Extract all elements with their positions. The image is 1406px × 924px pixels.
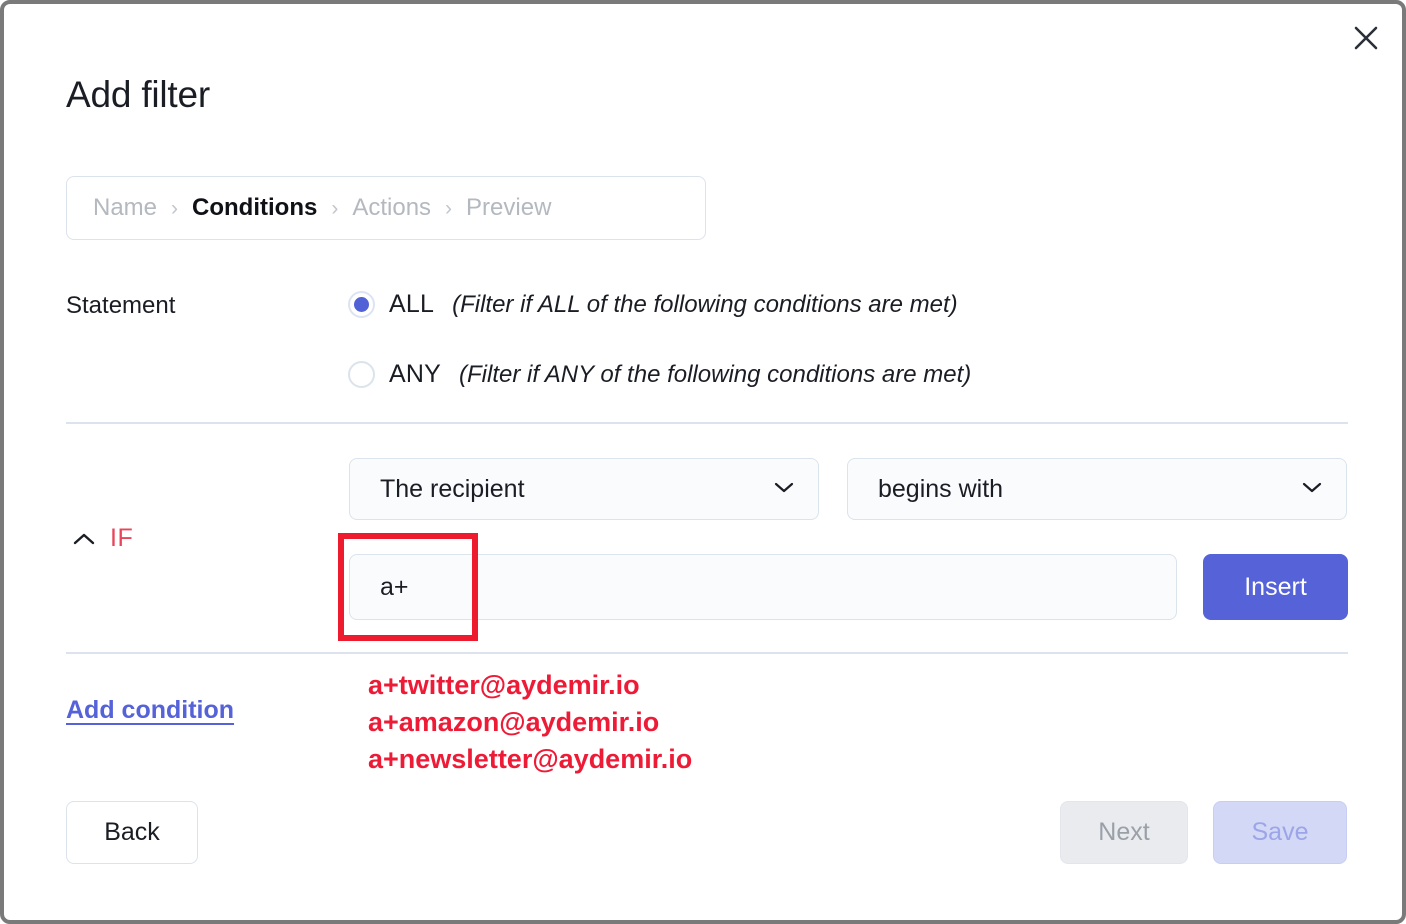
annotation-line: a+newsletter@aydemir.io [368,744,693,774]
back-button[interactable]: Back [66,801,198,864]
chevron-down-icon[interactable] [772,479,796,500]
chevron-down-icon[interactable] [1300,479,1324,500]
breadcrumb-separator-icon: › [445,196,453,220]
radio-all-label: ALL [389,290,435,318]
chevron-up-icon[interactable] [72,531,96,547]
breadcrumb-separator-icon: › [331,196,339,220]
statement-label: Statement [66,292,176,319]
if-label: IF [110,524,134,552]
breadcrumb-step-actions[interactable]: Actions [352,194,431,222]
radio-all-description: (Filter if ALL of the following conditio… [452,290,958,318]
condition-field-select[interactable]: The recipient [349,458,819,520]
condition-operator-value: begins with [878,474,1004,503]
annotation-line: a+amazon@aydemir.io [368,707,660,737]
radio-option-any[interactable]: ANY (Filter if ANY of the following cond… [348,360,971,389]
divider-bottom [66,652,1348,654]
annotation-line: a+twitter@aydemir.io [368,670,640,700]
breadcrumb-step-preview[interactable]: Preview [466,194,551,222]
annotation-text-group: a+twitter@aydemir.io a+amazon@aydemir.io… [368,667,692,778]
close-icon[interactable] [1346,18,1386,58]
radio-any-indicator[interactable] [348,361,375,388]
breadcrumb-step-conditions[interactable]: Conditions [192,194,317,222]
breadcrumb: Name › Conditions › Actions › Preview [66,176,706,240]
insert-button[interactable]: Insert [1203,554,1348,620]
divider-top [66,422,1348,424]
breadcrumb-separator-icon: › [171,196,179,220]
add-filter-dialog: Add filter Name › Conditions › Actions ›… [0,0,1406,924]
page-title: Add filter [66,74,211,115]
radio-any-description: (Filter if ANY of the following conditio… [459,360,972,388]
condition-operator-select[interactable]: begins with [847,458,1347,520]
condition-collapse-toggle[interactable]: IF [72,524,133,553]
add-condition-link[interactable]: Add condition [66,696,234,725]
radio-any-label: ANY [389,360,442,388]
save-button: Save [1213,801,1347,864]
breadcrumb-step-name[interactable]: Name [93,194,157,222]
radio-all-indicator[interactable] [348,291,375,318]
next-button: Next [1060,801,1188,864]
condition-field-value: The recipient [380,474,525,503]
radio-option-all[interactable]: ALL (Filter if ALL of the following cond… [348,290,958,319]
condition-value-input[interactable] [349,554,1177,620]
